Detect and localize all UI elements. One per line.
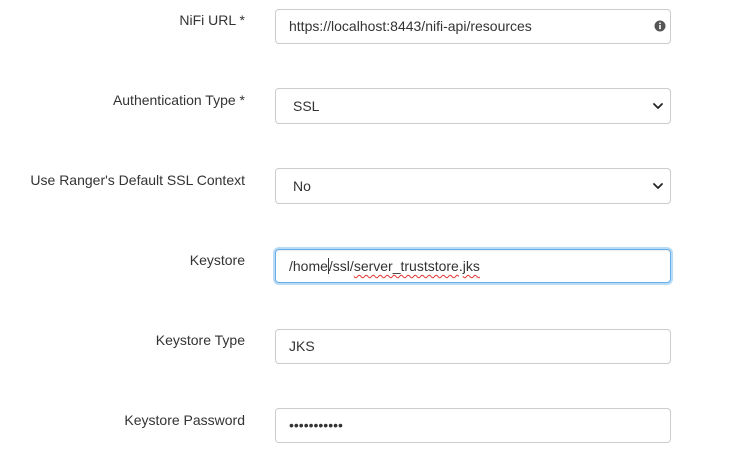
nifi-url-input[interactable]: https://localhost:8443/nifi-api/resource… bbox=[275, 9, 671, 44]
default-ssl-select[interactable]: No bbox=[275, 168, 671, 204]
keystore-value-part: /home bbox=[289, 258, 328, 274]
keystore-type-row: Keystore Type JKS bbox=[0, 329, 749, 365]
keystore-password-input[interactable]: ••••••••••• bbox=[275, 408, 671, 443]
spellcheck-word: jks bbox=[462, 258, 480, 274]
keystore-type-value: JKS bbox=[289, 338, 315, 354]
keystore-value-part: /ssl/ bbox=[328, 258, 354, 274]
keystore-value: /home/ssl/server_truststore.jks bbox=[289, 250, 480, 282]
spellcheck-word: server_truststore bbox=[353, 258, 459, 274]
default-ssl-selected-value: No bbox=[293, 178, 311, 194]
keystore-label: Keystore bbox=[189, 252, 245, 268]
default-ssl-row: Use Ranger's Default SSL Context No bbox=[0, 168, 749, 204]
nifi-service-config-form: NiFi URL * https://localhost:8443/nifi-a… bbox=[0, 0, 749, 456]
keystore-password-masked-value: ••••••••••• bbox=[289, 417, 343, 433]
chevron-down-icon bbox=[653, 183, 663, 189]
keystore-type-input[interactable]: JKS bbox=[275, 329, 671, 364]
default-ssl-label: Use Ranger's Default SSL Context bbox=[30, 172, 245, 188]
nifi-url-value: https://localhost:8443/nifi-api/resource… bbox=[289, 18, 532, 34]
keystore-password-label: Keystore Password bbox=[124, 412, 245, 428]
keystore-password-row: Keystore Password ••••••••••• bbox=[0, 408, 749, 444]
auth-type-selected-value: SSL bbox=[293, 98, 320, 114]
nifi-url-row: NiFi URL * https://localhost:8443/nifi-a… bbox=[0, 9, 749, 45]
keystore-row: Keystore /home/ssl/server_truststore.jks bbox=[0, 249, 749, 285]
nifi-url-label: NiFi URL * bbox=[179, 12, 245, 28]
keystore-type-label: Keystore Type bbox=[155, 332, 245, 348]
auth-type-row: Authentication Type * SSL bbox=[0, 88, 749, 124]
auth-type-label: Authentication Type * bbox=[112, 92, 245, 108]
auth-type-select[interactable]: SSL bbox=[275, 88, 671, 124]
info-circle-icon[interactable] bbox=[654, 20, 666, 32]
chevron-down-icon bbox=[653, 103, 663, 109]
keystore-input[interactable]: /home/ssl/server_truststore.jks bbox=[275, 249, 671, 283]
